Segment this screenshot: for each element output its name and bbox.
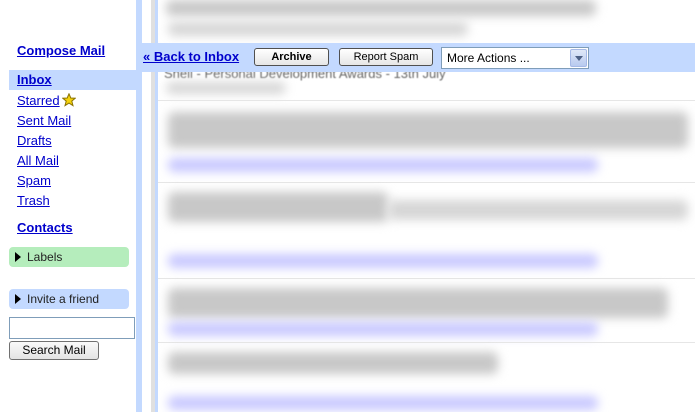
- sidebar-item-drafts[interactable]: Drafts: [17, 133, 52, 148]
- more-actions-value: More Actions ...: [447, 51, 530, 65]
- triangle-right-icon: [15, 252, 21, 262]
- back-to-inbox-link[interactable]: « Back to Inbox: [143, 49, 239, 64]
- sidebar-item-all-mail[interactable]: All Mail: [17, 153, 59, 168]
- archive-button[interactable]: Archive: [254, 48, 329, 66]
- report-spam-button[interactable]: Report Spam: [339, 48, 433, 66]
- sidebar-item-inbox-row[interactable]: Inbox: [9, 70, 136, 90]
- sidebar-item-trash[interactable]: Trash: [17, 193, 50, 208]
- star-icon: [61, 93, 76, 107]
- sidebar-item-spam[interactable]: Spam: [17, 173, 51, 188]
- sidebar-item-starred[interactable]: Starred: [17, 93, 76, 108]
- dropdown-arrow-icon[interactable]: [570, 49, 587, 67]
- compose-mail-link[interactable]: Compose Mail: [17, 43, 105, 58]
- more-actions-select[interactable]: More Actions ...: [441, 47, 589, 69]
- sidebar: Compose Mail Inbox Starred Sent Mail Dra…: [0, 0, 136, 412]
- sidebar-item-sent-mail[interactable]: Sent Mail: [17, 113, 71, 128]
- invite-friend-toggle[interactable]: Invite a friend: [9, 289, 129, 309]
- message-toolbar: « Back to Inbox Archive Report Spam More…: [136, 43, 695, 72]
- sidebar-item-starred-label[interactable]: Starred: [17, 93, 60, 108]
- sidebar-item-inbox[interactable]: Inbox: [17, 72, 52, 87]
- search-mail-button[interactable]: Search Mail: [9, 341, 99, 360]
- invite-friend-label: Invite a friend: [27, 292, 100, 306]
- contacts-link[interactable]: Contacts: [17, 220, 73, 235]
- triangle-right-icon: [15, 294, 21, 304]
- labels-label: Labels: [27, 250, 63, 264]
- labels-section-toggle[interactable]: Labels: [9, 247, 129, 267]
- search-input[interactable]: [9, 317, 135, 339]
